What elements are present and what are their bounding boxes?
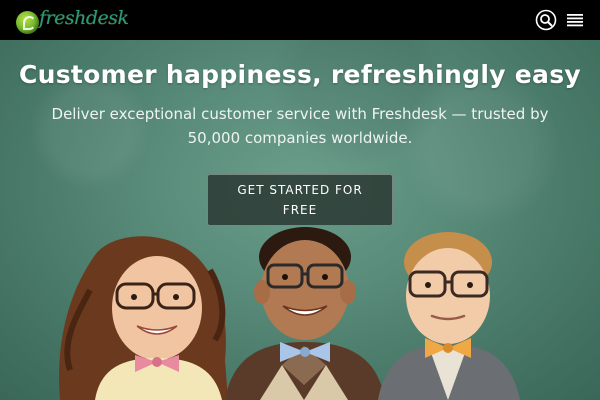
top-nav-bar: freshdesk xyxy=(0,0,600,40)
logo-leaf-icon xyxy=(16,11,39,34)
hero-section: Customer happiness, refreshingly easy De… xyxy=(0,40,600,400)
freshdesk-logo[interactable]: freshdesk xyxy=(14,5,129,37)
search-button[interactable] xyxy=(534,9,558,31)
right-child-figure xyxy=(378,232,520,400)
middle-child-figure xyxy=(225,227,385,400)
left-child-figure xyxy=(59,236,228,400)
search-icon xyxy=(535,9,557,31)
get-started-button[interactable]: GET STARTED FOR FREE xyxy=(207,174,393,226)
hamburger-menu-icon xyxy=(567,14,583,27)
menu-button[interactable] xyxy=(565,9,589,31)
hero-subline: Deliver exceptional customer service wit… xyxy=(51,105,549,147)
hero-headline: Customer happiness, refreshingly easy xyxy=(19,60,581,89)
logo-wordmark: freshdesk xyxy=(39,7,129,29)
